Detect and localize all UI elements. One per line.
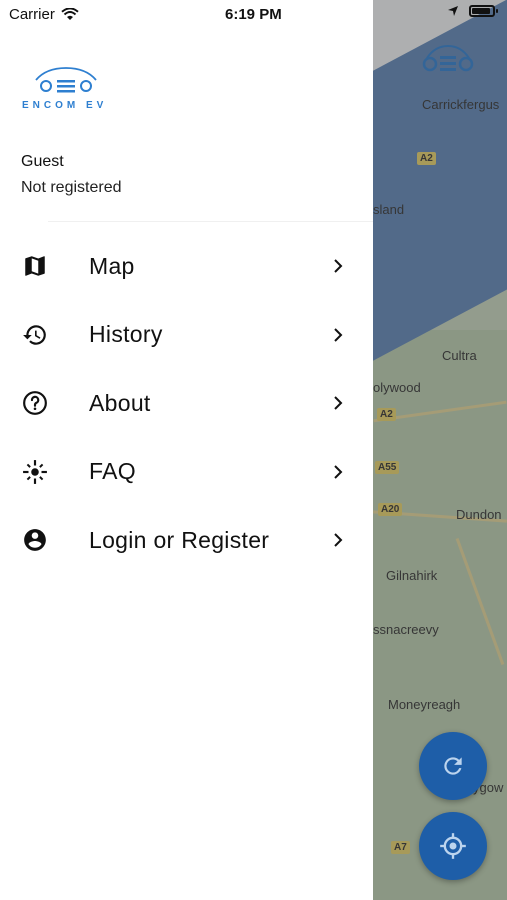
menu-item-about[interactable]: About bbox=[0, 369, 373, 438]
chevron-right-icon bbox=[334, 396, 343, 410]
navigation-drawer: Carrier 6:19 PM ENCOM EV Guest Not regis… bbox=[0, 0, 373, 900]
status-bar: Carrier 6:19 PM bbox=[0, 0, 373, 28]
menu-item-label: FAQ bbox=[89, 458, 136, 485]
user-status: Not registered bbox=[21, 179, 122, 196]
menu-item-map[interactable]: Map bbox=[0, 232, 373, 301]
drawer-menu: Map History About FAQ Login or Register bbox=[0, 232, 373, 575]
logo-text: ENCOM EV bbox=[22, 100, 108, 111]
battery-icon bbox=[469, 5, 498, 17]
clock: 6:19 PM bbox=[225, 6, 282, 23]
user-name: Guest bbox=[21, 153, 64, 170]
menu-item-faq[interactable]: FAQ bbox=[0, 438, 373, 507]
help-circle-icon bbox=[22, 390, 48, 416]
crosshair-icon bbox=[440, 833, 466, 859]
chevron-right-icon bbox=[334, 533, 343, 547]
spark-icon bbox=[22, 459, 48, 485]
history-icon bbox=[22, 322, 48, 348]
wifi-icon bbox=[61, 8, 79, 20]
carrier-label: Carrier bbox=[9, 6, 55, 23]
menu-item-label: About bbox=[89, 389, 151, 416]
menu-item-history[interactable]: History bbox=[0, 301, 373, 370]
refresh-icon bbox=[444, 757, 462, 775]
map-icon bbox=[22, 253, 48, 279]
my-location-button[interactable] bbox=[419, 812, 487, 880]
location-arrow-icon bbox=[448, 6, 458, 16]
status-bar-right bbox=[447, 5, 498, 17]
account-circle-icon bbox=[22, 527, 48, 553]
chevron-right-icon bbox=[334, 259, 343, 273]
menu-item-login[interactable]: Login or Register bbox=[0, 506, 373, 575]
divider bbox=[48, 221, 373, 222]
menu-item-label: Login or Register bbox=[89, 526, 270, 553]
refresh-button[interactable] bbox=[419, 732, 487, 800]
carrier-indicator: Carrier bbox=[9, 6, 79, 23]
chevron-right-icon bbox=[334, 328, 343, 342]
menu-item-label: Map bbox=[89, 252, 135, 279]
menu-item-label: History bbox=[89, 321, 163, 348]
chevron-right-icon bbox=[334, 465, 343, 479]
